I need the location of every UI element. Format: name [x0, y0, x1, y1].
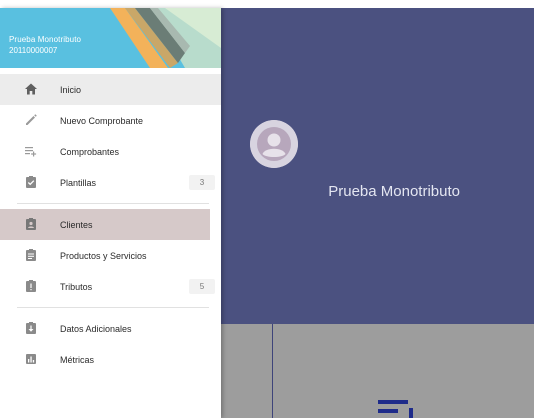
app-screen: Prueba Monotributo Prueba Monotributo 20…: [0, 0, 534, 418]
menu-label: Datos Adicionales: [60, 323, 132, 334]
menu-label: Nuevo Comprobante: [60, 115, 144, 126]
count-badge: 3: [189, 175, 215, 190]
menu-item-datos-adicionales[interactable]: Datos Adicionales: [0, 313, 221, 344]
clipboard-download-icon: [24, 321, 38, 335]
menu-label: Plantillas: [60, 177, 97, 188]
menu-label: Tributos: [60, 281, 93, 292]
pencil-icon: [24, 113, 38, 127]
clipboard-alert-icon: [24, 279, 38, 293]
menu-divider: [17, 307, 209, 308]
list-add-icon: [24, 144, 38, 158]
menu-label: Clientes: [60, 219, 93, 230]
filter-list-icon[interactable]: [376, 398, 416, 418]
menu-item-comprobantes[interactable]: Comprobantes: [0, 136, 221, 167]
menu-item-inicio[interactable]: Inicio: [0, 74, 221, 105]
clipboard-list-icon: [24, 248, 38, 262]
contact-badge-icon: [24, 217, 38, 231]
user-avatar-icon: [250, 120, 298, 168]
count-badge: 5: [189, 279, 215, 294]
menu-item-tributos[interactable]: Tributos 5: [0, 271, 221, 302]
navigation-drawer: Prueba Monotributo 20110000007 Inicio Nu…: [0, 8, 221, 418]
menu-label: Inicio: [60, 84, 82, 95]
bar-chart-icon: [24, 352, 38, 366]
menu-item-plantillas[interactable]: Plantillas 3: [0, 167, 221, 198]
menu-divider: [17, 203, 209, 204]
menu-label: Métricas: [60, 354, 95, 365]
background-divider: [272, 324, 273, 418]
drawer-menu: Inicio Nuevo Comprobante Comprobantes Pl…: [0, 74, 221, 375]
menu-label: Productos y Servicios: [60, 250, 147, 261]
profile-name: Prueba Monotributo: [9, 35, 82, 44]
menu-item-metricas[interactable]: Métricas: [0, 344, 221, 375]
menu-item-clientes[interactable]: Clientes: [0, 209, 210, 240]
profile-cuit: 20110000007: [9, 46, 58, 55]
menu-item-productos-servicios[interactable]: Productos y Servicios: [0, 240, 221, 271]
drawer-header: Prueba Monotributo 20110000007: [0, 8, 221, 68]
menu-item-nuevo-comprobante[interactable]: Nuevo Comprobante: [0, 105, 221, 136]
menu-label: Comprobantes: [60, 146, 120, 157]
clipboard-check-icon: [24, 175, 38, 189]
home-icon: [24, 82, 38, 96]
